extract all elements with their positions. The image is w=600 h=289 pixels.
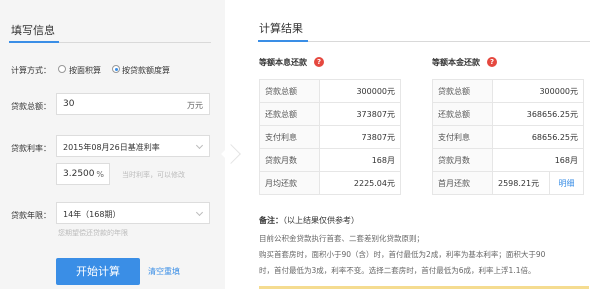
chevron-down-icon — [195, 141, 204, 150]
rate-select-value: 2015年08月26日基准利率 — [63, 143, 160, 152]
table-row: 贷款月数 168月 — [259, 148, 401, 172]
row-value: 68656.25元 — [492, 125, 584, 149]
detail-link[interactable]: 明细 — [549, 171, 584, 195]
title-underline — [258, 40, 308, 42]
row-key: 首月还款 — [432, 171, 493, 195]
row-value: 168月 — [492, 148, 584, 172]
note-line: 时，首付最低为3成，利率不变。选择二套房时，首付最低为6成，利率上浮1.1倍。 — [259, 266, 536, 275]
table-row: 支付利息 73807元 — [259, 125, 401, 149]
row-value: 300000元 — [492, 79, 584, 103]
input-panel: 填写信息 计算方式： 按面积算 按贷款额度算 贷款总额： 30 万元 贷款利率：… — [0, 0, 225, 289]
rate-value: 3.2500 — [63, 169, 95, 179]
row-key: 还款总额 — [432, 102, 493, 126]
table-row: 月均还款 2225.04元 — [259, 171, 401, 195]
term-hint: 您期望偿还贷款的年限 — [58, 229, 128, 237]
row-value: 2598.21元 — [492, 171, 550, 195]
rate-hint: 当时利率，可以修改 — [122, 171, 185, 179]
row-key: 还款总额 — [259, 102, 320, 126]
amount-label: 贷款总额： — [11, 102, 51, 111]
table-row: 还款总额 373807元 — [259, 102, 401, 126]
table-row: 贷款总额 300000元 — [259, 79, 401, 103]
equal-principal-table: 贷款总额 300000元 还款总额 368656.25元 支付利息 68656.25元… — [432, 79, 584, 195]
reset-link[interactable]: 清空重填 — [148, 266, 180, 277]
note-title-bold: 备注： — [259, 216, 283, 225]
term-select-value: 14年（168期） — [63, 210, 121, 219]
equal-interest-table: 贷款总额 300000元 还款总额 373807元 支付利息 73807元 贷款月数 1… — [259, 79, 401, 195]
amount-value: 30 — [63, 99, 75, 109]
row-value: 168月 — [319, 148, 401, 172]
row-key: 贷款月数 — [432, 148, 493, 172]
rate-select[interactable]: 2015年08月26日基准利率 — [56, 135, 210, 157]
table-row: 支付利息 68656.25元 — [432, 125, 584, 149]
table-row: 贷款总额 300000元 — [432, 79, 584, 103]
title-rule — [59, 42, 211, 43]
question-icon[interactable]: ? — [487, 57, 497, 67]
row-value: 2225.04元 — [319, 171, 401, 195]
radio-by-amount[interactable] — [112, 65, 120, 73]
equal-interest-title: 等额本息还款 — [259, 58, 307, 67]
term-label: 贷款年限： — [11, 211, 51, 220]
table-row: 贷款月数 168月 — [432, 148, 584, 172]
rate-unit: % — [96, 170, 104, 179]
row-key: 贷款月数 — [259, 148, 320, 172]
row-key: 支付利息 — [259, 125, 320, 149]
row-key: 月均还款 — [259, 171, 320, 195]
radio-by-area[interactable] — [58, 65, 66, 73]
note-line: 购买首套房时，面积小于90（含）时，首付最低为2成，利率为基本利率；面积大于90 — [259, 250, 546, 259]
result-panel-title: 计算结果 — [259, 22, 303, 35]
row-key: 支付利息 — [432, 125, 493, 149]
title-underline — [9, 41, 59, 43]
rate-label: 贷款利率： — [11, 144, 51, 153]
row-key: 贷款总额 — [432, 79, 493, 103]
calculate-button[interactable]: 开始计算 — [56, 258, 140, 285]
chevron-down-icon — [195, 208, 204, 217]
method-label: 计算方式： — [11, 66, 51, 75]
note-subtitle: （以上结果仅供参考） — [283, 216, 359, 225]
equal-principal-title: 等额本金还款 — [432, 58, 480, 67]
rate-input[interactable]: 3.2500 % — [56, 163, 110, 185]
question-icon[interactable]: ? — [314, 57, 324, 67]
row-value: 373807元 — [319, 102, 401, 126]
term-select[interactable]: 14年（168期） — [56, 202, 210, 224]
row-value: 368656.25元 — [492, 102, 584, 126]
note-line: 目前公积金贷款执行首套、二套差别化贷款原则； — [259, 234, 424, 243]
amount-unit: 万元 — [187, 101, 203, 110]
note-title: 备注：（以上结果仅供参考） — [259, 215, 359, 226]
radio-by-area-label[interactable]: 按面积算 — [69, 65, 101, 76]
row-value: 300000元 — [319, 79, 401, 103]
row-value: 73807元 — [319, 125, 401, 149]
row-key: 贷款总额 — [259, 79, 320, 103]
radio-by-amount-label[interactable]: 按贷款额度算 — [122, 65, 170, 76]
table-row: 首月还款 2598.21元 明细 — [432, 171, 584, 195]
table-row: 还款总额 368656.25元 — [432, 102, 584, 126]
amount-input[interactable]: 30 万元 — [56, 93, 210, 115]
input-panel-title: 填写信息 — [11, 24, 55, 37]
title-rule — [308, 41, 590, 42]
